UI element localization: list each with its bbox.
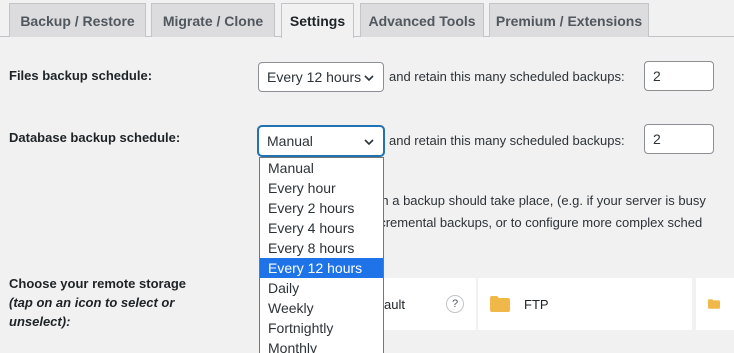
storage-tile-vault[interactable]: ault ? [372, 278, 476, 330]
option-daily[interactable]: Daily [260, 278, 383, 298]
tab-settings[interactable]: Settings [281, 3, 354, 38]
option-every-hour[interactable]: Every hour [260, 178, 383, 198]
storage-tile-vault-label: ault [384, 296, 405, 312]
tab-migrate-clone[interactable]: Migrate / Clone [151, 3, 275, 37]
chevron-down-icon [364, 139, 374, 146]
schedule-help-line-2: ncremental backups, or to configure more… [372, 215, 703, 230]
remote-storage-label: Choose your remote storage (tap on an ic… [9, 274, 209, 331]
db-schedule-label: Database backup schedule: [9, 130, 181, 145]
db-retain-input[interactable]: 2 [644, 124, 714, 154]
option-fortnightly[interactable]: Fortnightly [260, 318, 383, 338]
help-icon[interactable]: ? [446, 295, 464, 313]
option-manual[interactable]: Manual [260, 158, 383, 178]
files-retain-label: and retain this many scheduled backups: [389, 69, 625, 84]
files-retain-input[interactable]: 2 [644, 61, 714, 91]
files-schedule-label: Files backup schedule: [9, 68, 153, 83]
files-schedule-value: Every 12 hours [267, 69, 362, 85]
db-schedule-dropdown: Manual Every hour Every 2 hours Every 4 … [259, 157, 384, 353]
tab-premium-extensions[interactable]: Premium / Extensions [489, 3, 649, 37]
remote-storage-title: Choose your remote storage [9, 276, 186, 291]
folder-icon [708, 299, 720, 309]
remote-storage-hint: (tap on an icon to select or unselect): [9, 295, 175, 329]
option-weekly[interactable]: Weekly [260, 298, 383, 318]
schedule-help-line-1: ich a backup should take place, (e.g. if… [372, 193, 706, 208]
option-every-4-hours[interactable]: Every 4 hours [260, 218, 383, 238]
db-schedule-value: Manual [267, 133, 313, 149]
storage-tile-ftp[interactable]: FTP [478, 278, 692, 330]
option-every-2-hours[interactable]: Every 2 hours [260, 198, 383, 218]
files-schedule-select[interactable]: Every 12 hours [258, 62, 384, 92]
chevron-down-icon [364, 75, 374, 82]
option-every-8-hours[interactable]: Every 8 hours [260, 238, 383, 258]
db-retain-label: and retain this many scheduled backups: [389, 133, 625, 148]
tab-advanced-tools[interactable]: Advanced Tools [360, 3, 484, 37]
option-every-12-hours[interactable]: Every 12 hours [260, 258, 383, 278]
db-schedule-select[interactable]: Manual [258, 126, 384, 156]
storage-tile-ftp-label: FTP [524, 296, 549, 312]
nav-tabs: Backup / Restore Migrate / Clone Setting… [0, 0, 734, 38]
option-monthly[interactable]: Monthly [260, 338, 383, 353]
storage-tile-next[interactable] [696, 278, 734, 330]
folder-icon [490, 296, 510, 312]
tab-backup-restore[interactable]: Backup / Restore [9, 3, 146, 37]
